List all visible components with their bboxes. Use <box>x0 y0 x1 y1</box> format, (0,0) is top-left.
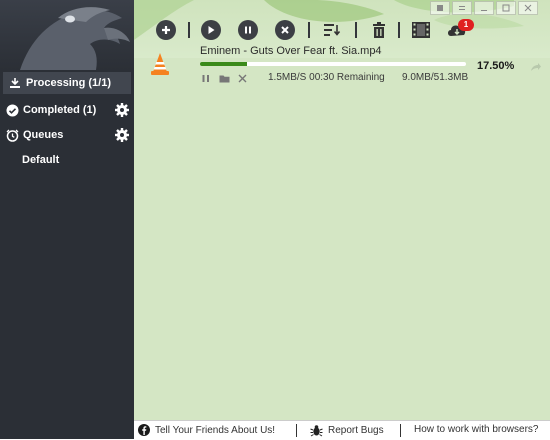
maximize-button[interactable] <box>496 1 516 15</box>
download-item-controls <box>200 71 248 85</box>
download-filename: Eminem - Guts Over Fear ft. Sia.mp4 <box>200 45 382 57</box>
progress-fill <box>200 62 247 66</box>
sidebar-item-label: Queues <box>23 129 64 141</box>
footer-bar: Tell Your Friends About Us! Report Bugs … <box>134 420 550 440</box>
eagle-logo <box>0 0 134 70</box>
vlc-file-icon <box>150 52 170 81</box>
toolbar-divider <box>188 22 190 38</box>
toolbar-divider <box>355 22 357 38</box>
close-window-button[interactable] <box>518 1 538 15</box>
menu-window-button[interactable] <box>452 1 472 15</box>
download-tray-icon <box>8 76 22 90</box>
delete-button[interactable] <box>368 19 390 41</box>
add-icon <box>162 26 170 34</box>
report-bugs-link[interactable]: Report Bugs <box>310 424 384 437</box>
item-pause-icon[interactable] <box>200 72 212 84</box>
tell-friends-link[interactable]: Tell Your Friends About Us! <box>138 424 275 436</box>
sidebar-item-label: Default <box>22 154 60 166</box>
minimize-button[interactable] <box>474 1 494 15</box>
sidebar-item-label: Completed (1) <box>23 104 97 116</box>
sort-icon <box>324 24 341 36</box>
share-icon[interactable] <box>530 59 542 77</box>
sidebar-item-processing[interactable]: Processing (1/1) <box>3 72 131 94</box>
play-icon <box>208 26 215 34</box>
app-window: Processing (1/1) Completed (1) Queues De… <box>0 0 550 440</box>
file-size: 9.0MB/51.3MB <box>402 72 469 83</box>
speed-remaining: 1.5MB/S 00:30 Remaining <box>268 72 385 83</box>
resume-button[interactable] <box>201 20 221 40</box>
pause-icon <box>245 26 251 34</box>
stop-icon <box>281 26 289 34</box>
check-circle-icon <box>5 103 19 117</box>
browser-help-link[interactable]: How to work with browsers? <box>414 424 538 435</box>
tell-friends-label: Tell Your Friends About Us! <box>155 424 276 436</box>
settings-window-button[interactable] <box>430 1 450 15</box>
alarm-clock-icon <box>5 128 19 142</box>
notification-badge: 1 <box>458 19 474 31</box>
trash-icon <box>373 22 385 38</box>
sidebar-item-completed[interactable]: Completed (1) <box>0 99 134 121</box>
progress-bar <box>200 62 466 66</box>
video-grabber-button[interactable] <box>410 19 432 41</box>
gear-icon[interactable] <box>114 102 130 118</box>
footer-divider <box>296 424 297 437</box>
sort-button[interactable] <box>321 19 343 41</box>
facebook-icon <box>138 424 150 436</box>
bug-icon <box>310 425 323 437</box>
toolbar-divider <box>308 22 310 38</box>
report-bugs-label: Report Bugs <box>328 425 384 436</box>
footer-divider <box>400 424 401 437</box>
pause-button[interactable] <box>238 20 258 40</box>
add-download-button[interactable] <box>156 20 176 40</box>
sidebar: Processing (1/1) Completed (1) Queues De… <box>0 0 134 439</box>
browser-help-label: How to work with browsers? <box>414 424 539 435</box>
video-icon <box>412 22 430 38</box>
stop-button[interactable] <box>275 20 295 40</box>
toolbar-divider <box>398 22 400 38</box>
sidebar-item-label: Processing (1/1) <box>26 77 111 89</box>
sidebar-item-queues[interactable]: Queues <box>0 124 134 146</box>
progress-percent: 17.50% <box>477 60 515 72</box>
gear-icon[interactable] <box>114 127 130 143</box>
download-item[interactable]: Eminem - Guts Over Fear ft. Sia.mp4 17.5… <box>134 42 550 88</box>
item-cancel-icon[interactable] <box>236 72 248 84</box>
sidebar-item-default-queue[interactable]: Default <box>0 149 134 171</box>
open-folder-icon[interactable] <box>218 72 230 84</box>
